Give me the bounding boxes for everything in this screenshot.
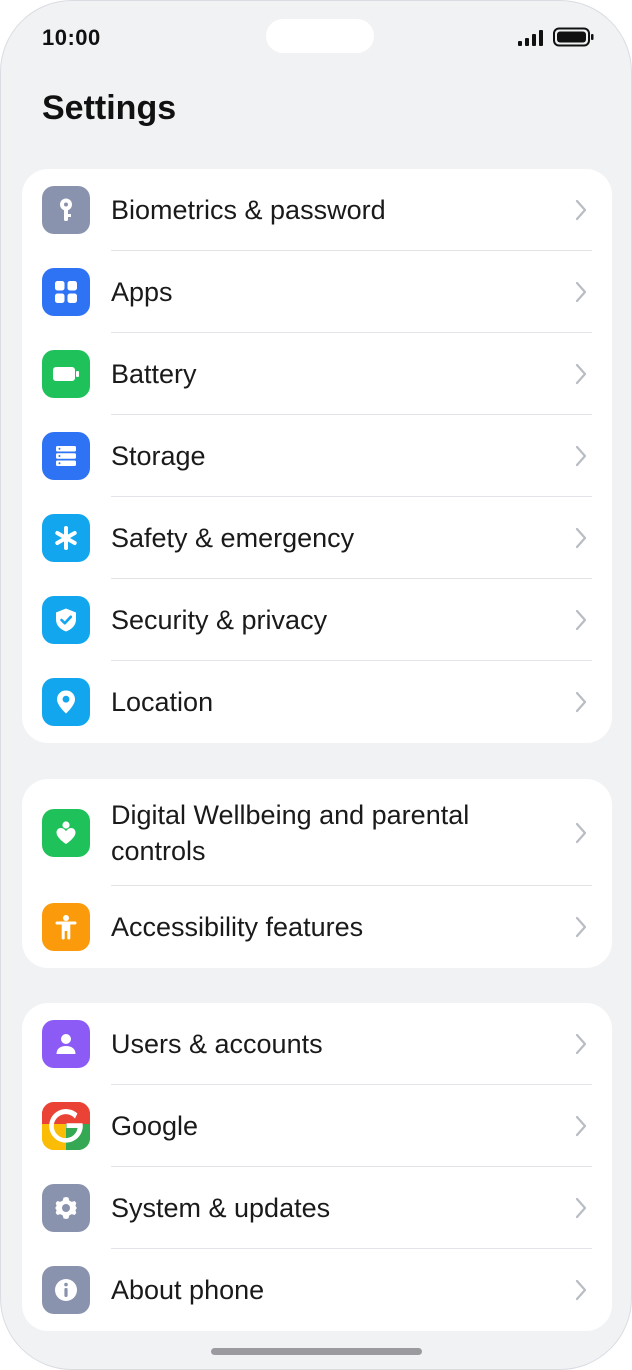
battery-status-icon (553, 27, 594, 47)
settings-item-google[interactable]: Google (22, 1085, 612, 1167)
settings-group-3: Users & accounts Google System & updates… (22, 1003, 612, 1331)
chevron-right-icon (575, 445, 587, 467)
settings-item-safety-emergency[interactable]: Safety & emergency (22, 497, 612, 579)
chevron-right-icon (575, 691, 587, 713)
settings-group-1: Biometrics & password Apps Battery Stora… (22, 169, 612, 743)
settings-item-label: Users & accounts (111, 1029, 323, 1059)
settings-item-label: Google (111, 1111, 199, 1141)
heart-person-icon (42, 808, 90, 857)
apps-grid-icon (42, 268, 90, 316)
settings-item-label: Digital Wellbeing and parental controls (111, 799, 470, 866)
chevron-right-icon (575, 281, 587, 303)
chevron-right-icon (575, 1033, 587, 1055)
settings-item-label: Security & privacy (111, 605, 328, 635)
user-icon (42, 1020, 90, 1068)
chevron-right-icon (575, 1115, 587, 1137)
camera-pill (266, 19, 374, 53)
status-bar: 10:00 (1, 1, 631, 73)
settings-item-digital-wellbeing[interactable]: Digital Wellbeing and parental controls (22, 779, 612, 886)
settings-item-label: Safety & emergency (111, 523, 355, 553)
asterisk-icon (42, 514, 90, 562)
status-time: 10:00 (42, 25, 101, 50)
google-icon (42, 1102, 90, 1150)
shield-check-icon (42, 596, 90, 644)
settings-item-about-phone[interactable]: About phone (22, 1249, 612, 1331)
settings-item-label: Biometrics & password (111, 195, 386, 225)
chevron-right-icon (575, 199, 587, 221)
settings-item-battery[interactable]: Battery (22, 333, 612, 415)
settings-item-label: System & updates (111, 1193, 331, 1223)
settings-item-system-updates[interactable]: System & updates (22, 1167, 612, 1249)
signal-icon (518, 30, 543, 46)
chevron-right-icon (575, 916, 587, 938)
settings-item-apps[interactable]: Apps (22, 251, 612, 333)
settings-item-label: Battery (111, 359, 197, 389)
chevron-right-icon (575, 1279, 587, 1301)
settings-item-users-accounts[interactable]: Users & accounts (22, 1003, 612, 1085)
key-icon (42, 186, 90, 234)
info-icon (42, 1266, 90, 1314)
accessibility-icon (42, 903, 90, 951)
settings-item-biometrics-password[interactable]: Biometrics & password (22, 169, 612, 251)
settings-item-security-privacy[interactable]: Security & privacy (22, 579, 612, 661)
settings-item-label: About phone (111, 1275, 265, 1305)
settings-item-label: Storage (111, 441, 206, 471)
storage-icon (42, 432, 90, 480)
settings-item-label: Location (111, 687, 214, 717)
phone-screen: 10:00 Settings Biometrics & password App… (0, 0, 632, 1370)
settings-item-label: Accessibility features (111, 912, 364, 942)
location-pin-icon (42, 678, 90, 726)
gear-icon (42, 1184, 90, 1232)
chevron-right-icon (575, 609, 587, 631)
chevron-right-icon (575, 1197, 587, 1219)
settings-group-2: Digital Wellbeing and parental controls … (22, 779, 612, 968)
page-title: Settings (42, 89, 177, 127)
chevron-right-icon (575, 527, 587, 549)
chevron-right-icon (575, 363, 587, 385)
settings-item-storage[interactable]: Storage (22, 415, 612, 497)
settings-item-accessibility[interactable]: Accessibility features (22, 886, 612, 968)
home-indicator[interactable] (211, 1348, 422, 1355)
battery-icon (42, 350, 90, 398)
chevron-right-icon (575, 822, 587, 843)
settings-item-label: Apps (111, 277, 173, 307)
settings-item-location[interactable]: Location (22, 661, 612, 743)
